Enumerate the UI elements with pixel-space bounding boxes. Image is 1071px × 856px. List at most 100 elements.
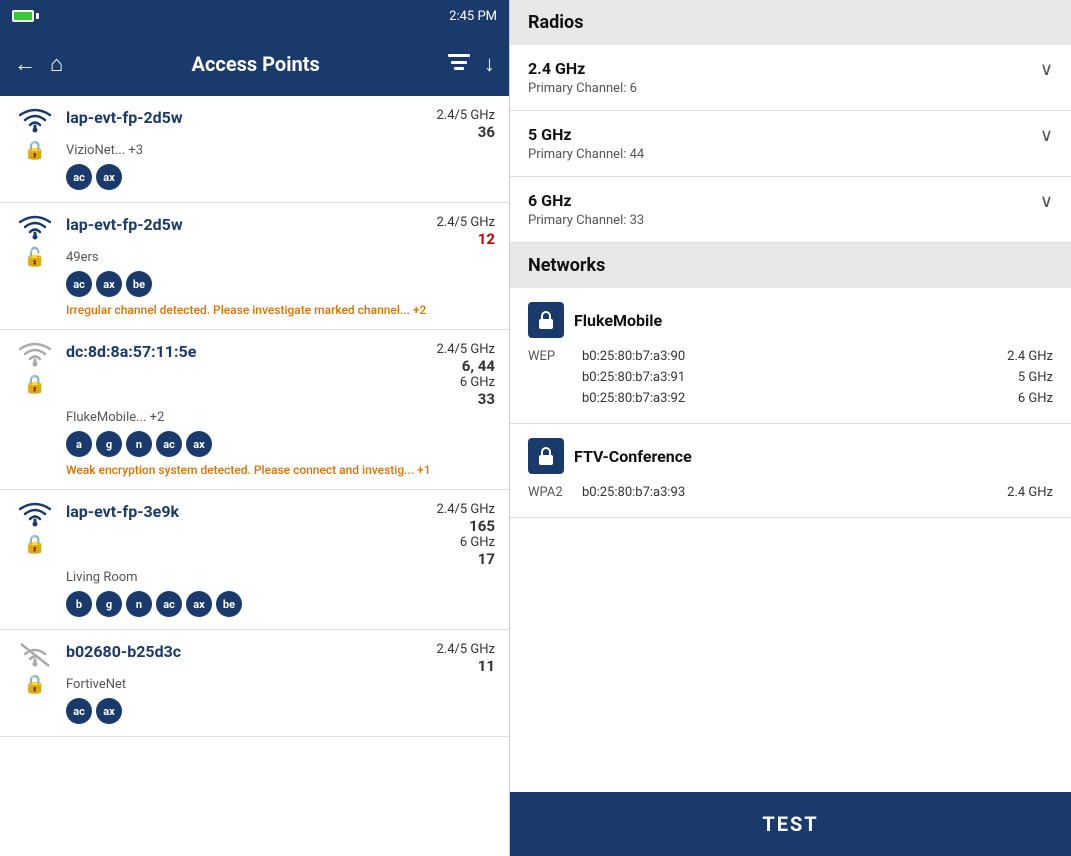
wifi-icon-4 (19, 502, 51, 528)
battery-tip (36, 13, 39, 19)
ap-icon-col-4: 🔒 (14, 502, 56, 555)
ap-icon-col-2: 🔓 (14, 215, 56, 268)
back-button[interactable]: ← (14, 51, 36, 77)
filter-icon (448, 53, 470, 71)
badge-ac: ac (66, 271, 92, 297)
ap-item-5[interactable]: 🔒 b02680-b25d3c 2.4/5 GHz 11 FortiveNet … (0, 630, 509, 737)
ap-badges-3: a g n ac ax (66, 431, 495, 457)
status-bar: 2:45 PM (0, 0, 509, 32)
wifi-icon-5 (19, 642, 51, 668)
badge-ac: ac (66, 698, 92, 724)
network-enc-1: WPA2 (528, 485, 574, 500)
ap-freq-1: 2.4/5 GHz 36 (436, 108, 495, 141)
network-row-1-0: WPA2 b0:25:80:b7:a3:93 2.4 GHz (528, 482, 1053, 503)
network-band-1-0: 2.4 GHz (983, 485, 1053, 500)
toolbar: ← ⌂ Access Points ↓ (0, 32, 509, 96)
ap-header-1: lap-evt-fp-2d5w 2.4/5 GHz 36 (66, 108, 495, 141)
network-rows-0: WEP b0:25:80:b7:a3:90 2.4 GHz b0:25:80:b… (528, 346, 1053, 409)
radio-item-1[interactable]: 5 GHz Primary Channel: 44 ∨ (510, 111, 1071, 177)
ap-item-2[interactable]: 🔓 lap-evt-fp-2d5w 2.4/5 GHz 12 49ers ac … (0, 203, 509, 330)
ap-location-4: Living Room (66, 570, 495, 585)
ap-item-4[interactable]: 🔒 lap-evt-fp-3e9k 2.4/5 GHz 165 6 GHz 17… (0, 490, 509, 630)
network-name-0: FlukeMobile (574, 311, 662, 330)
network-band-0-0: 2.4 GHz (983, 349, 1053, 364)
ap-channel-5: 11 (436, 657, 495, 675)
ap-content-2: lap-evt-fp-2d5w 2.4/5 GHz 12 49ers ac ax… (66, 215, 495, 317)
filter-button[interactable] (448, 52, 470, 76)
radios-section-header: Radios (510, 0, 1071, 45)
ap-location-2: 49ers (66, 250, 495, 265)
lock-icon-3: 🔒 (24, 374, 46, 395)
badge-b: b (66, 591, 92, 617)
ap-header-5: b02680-b25d3c 2.4/5 GHz 11 (66, 642, 495, 675)
network-item-0[interactable]: FlukeMobile WEP b0:25:80:b7:a3:90 2.4 GH… (510, 288, 1071, 424)
radio-name-1: 5 GHz (528, 125, 644, 144)
network-name-1: FTV-Conference (574, 447, 692, 466)
ap-channel-4a: 165 (436, 517, 495, 535)
ap-icon-col-5: 🔒 (14, 642, 56, 695)
network-icon-0 (528, 302, 564, 338)
network-icon-1 (528, 438, 564, 474)
ap-warning-3: Weak encryption system detected. Please … (66, 463, 495, 477)
network-band-0-2: 6 GHz (983, 391, 1053, 406)
home-button[interactable]: ⌂ (50, 51, 63, 77)
ap-channel-4b: 17 (436, 550, 495, 568)
network-item-1[interactable]: FTV-Conference WPA2 b0:25:80:b7:a3:93 2.… (510, 424, 1071, 518)
ap-channel-1: 36 (436, 123, 495, 141)
network-row-0-1: b0:25:80:b7:a3:91 5 GHz (528, 367, 1053, 388)
ap-freq-4: 2.4/5 GHz 165 6 GHz 17 (436, 502, 495, 568)
radio-item-2[interactable]: 6 GHz Primary Channel: 33 ∨ (510, 177, 1071, 243)
page-title: Access Points (77, 52, 434, 76)
network-enc-0: WEP (528, 349, 574, 364)
badge-a: a (66, 431, 92, 457)
ap-badges-5: ac ax (66, 698, 495, 724)
ap-icon-col-1: 🔒 (14, 108, 56, 161)
ap-channel-2: 12 (436, 230, 495, 248)
ap-freq-label-4a: 2.4/5 GHz (436, 502, 495, 517)
ap-location-1: VizioNet... +3 (66, 143, 495, 158)
ap-content-3: dc:8d:8a:57:11:5e 2.4/5 GHz 6, 44 6 GHz … (66, 342, 495, 477)
ap-content-1: lap-evt-fp-2d5w 2.4/5 GHz 36 VizioNet...… (66, 108, 495, 190)
badge-be: be (126, 271, 152, 297)
sort-button[interactable]: ↓ (484, 51, 495, 77)
ap-location-3: FlukeMobile... +2 (66, 410, 495, 425)
network-mac-0-2: b0:25:80:b7:a3:92 (582, 391, 983, 406)
right-panel: Radios 2.4 GHz Primary Channel: 6 ∨ 5 GH… (510, 0, 1071, 856)
ap-content-4: lap-evt-fp-3e9k 2.4/5 GHz 165 6 GHz 17 L… (66, 502, 495, 617)
wifi-icon-3 (19, 342, 51, 368)
network-mac-1-0: b0:25:80:b7:a3:93 (582, 485, 983, 500)
badge-ac: ac (66, 164, 92, 190)
badge-g: g (96, 591, 122, 617)
ap-name-4: lap-evt-fp-3e9k (66, 502, 179, 521)
ap-badges-2: ac ax be (66, 271, 495, 297)
chevron-icon-1: ∨ (1040, 125, 1053, 146)
radio-channel-0: Primary Channel: 6 (528, 81, 637, 96)
network-mac-0-1: b0:25:80:b7:a3:91 (582, 370, 983, 385)
status-time: 2:45 PM (449, 9, 497, 24)
ap-location-5: FortiveNet (66, 677, 495, 692)
battery-icon (12, 10, 39, 22)
network-lock-icon-1 (535, 445, 557, 467)
ap-item-1[interactable]: 🔒 lap-evt-fp-2d5w 2.4/5 GHz 36 VizioNet.… (0, 96, 509, 203)
radio-info-2: 6 GHz Primary Channel: 33 (528, 191, 644, 228)
ap-freq-label-4b: 6 GHz (436, 535, 495, 550)
network-header-0: FlukeMobile (528, 302, 1053, 338)
badge-g: g (96, 431, 122, 457)
ap-freq-label-5: 2.4/5 GHz (436, 642, 495, 657)
badge-be: be (216, 591, 242, 617)
ap-channel-3a: 6, 44 (436, 357, 495, 375)
network-header-1: FTV-Conference (528, 438, 1053, 474)
networks-section-header: Networks (510, 243, 1071, 288)
battery-body (12, 10, 34, 22)
test-button[interactable]: TEST (510, 792, 1071, 856)
network-lock-icon-0 (535, 309, 557, 331)
ap-header-3: dc:8d:8a:57:11:5e 2.4/5 GHz 6, 44 6 GHz … (66, 342, 495, 408)
badge-ax: ax (96, 698, 122, 724)
ap-item-3[interactable]: 🔒 dc:8d:8a:57:11:5e 2.4/5 GHz 6, 44 6 GH… (0, 330, 509, 490)
radio-item-0[interactable]: 2.4 GHz Primary Channel: 6 ∨ (510, 45, 1071, 111)
radio-channel-2: Primary Channel: 33 (528, 213, 644, 228)
network-row-0-0: WEP b0:25:80:b7:a3:90 2.4 GHz (528, 346, 1053, 367)
ap-warning-2: Irregular channel detected. Please inves… (66, 303, 495, 317)
chevron-icon-2: ∨ (1040, 191, 1053, 212)
badge-ax: ax (96, 271, 122, 297)
